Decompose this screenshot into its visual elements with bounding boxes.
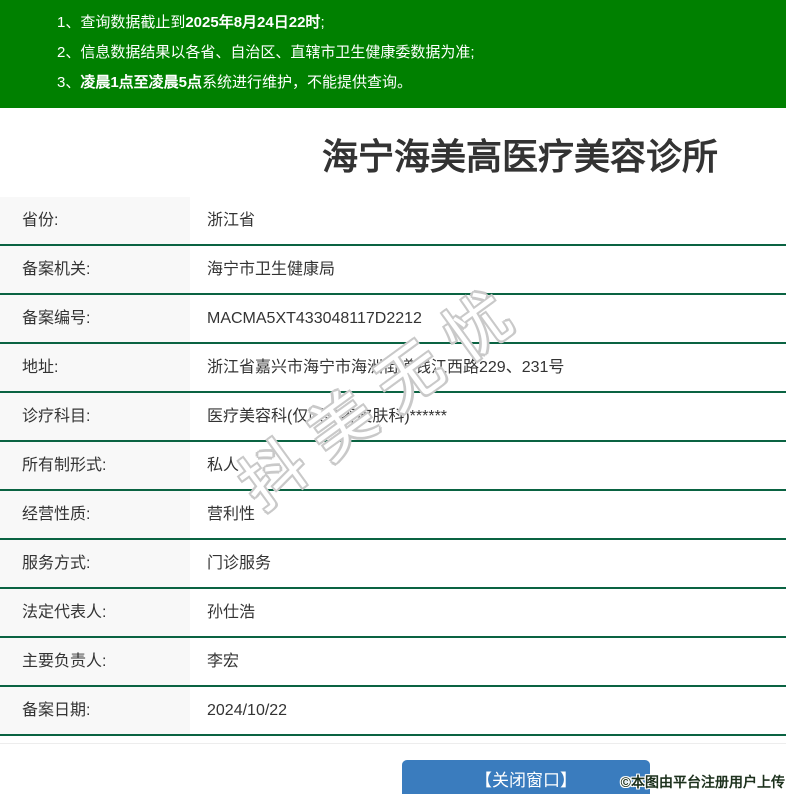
row-label: 备案日期:: [0, 687, 190, 734]
row-value: 浙江省: [190, 197, 786, 244]
table-row-filing-date: 备案日期: 2024/10/22: [0, 687, 786, 736]
notice-1-text: 1、查询数据截止到: [57, 14, 185, 31]
row-value: 医疗美容科(仅限美容皮肤科)******: [190, 393, 786, 440]
row-label: 诊疗科目:: [0, 393, 190, 440]
notice-3-bold: 凌晨1点至凌晨5点: [80, 74, 202, 91]
row-label: 主要负责人:: [0, 638, 190, 685]
notice-line-3: 3、凌晨1点至凌晨5点系统进行维护，不能提供查询。: [57, 68, 776, 98]
notice-1-bold: 2025年8月24日22时: [185, 14, 320, 31]
table-row-ownership: 所有制形式: 私人: [0, 442, 786, 491]
row-label: 服务方式:: [0, 540, 190, 587]
row-label: 备案编号:: [0, 295, 190, 342]
row-value: 营利性: [190, 491, 786, 538]
row-value: 浙江省嘉兴市海宁市海洲街道钱江西路229、231号: [190, 344, 786, 391]
notice-banner: 1、查询数据截止到2025年8月24日22时; 2、信息数据结果以各省、自治区、…: [0, 0, 786, 108]
table-row-province: 省份: 浙江省: [0, 197, 786, 246]
clinic-info-table: 省份: 浙江省 备案机关: 海宁市卫生健康局 备案编号: MACMA5XT433…: [0, 197, 786, 736]
row-value: 海宁市卫生健康局: [190, 246, 786, 293]
row-value: 孙仕浩: [190, 589, 786, 636]
row-label: 地址:: [0, 344, 190, 391]
row-label: 省份:: [0, 197, 190, 244]
table-bottom-divider: [0, 743, 786, 744]
table-row-legal-representative: 法定代表人: 孙仕浩: [0, 589, 786, 638]
notice-line-2: 2、信息数据结果以各省、自治区、直辖市卫生健康委数据为准;: [57, 38, 776, 68]
row-label: 法定代表人:: [0, 589, 190, 636]
row-value: 2024/10/22: [190, 687, 786, 734]
table-row-business-nature: 经营性质: 营利性: [0, 491, 786, 540]
row-label: 所有制形式:: [0, 442, 190, 489]
notice-2-text: 2、信息数据结果以各省、自治区、直辖市卫生健康委数据为准;: [57, 44, 475, 61]
row-label: 经营性质:: [0, 491, 190, 538]
close-window-button[interactable]: 【关闭窗口】: [402, 760, 650, 794]
notice-3-suffix: 系统进行维护，不能提供查询。: [202, 74, 412, 91]
table-row-filing-authority: 备案机关: 海宁市卫生健康局: [0, 246, 786, 295]
page-title: 海宁海美高医疗美容诊所: [0, 134, 786, 180]
row-label: 备案机关:: [0, 246, 190, 293]
notice-3-text: 3、: [57, 74, 80, 91]
table-row-filing-number: 备案编号: MACMA5XT433048117D2212: [0, 295, 786, 344]
table-row-treatment-subjects: 诊疗科目: 医疗美容科(仅限美容皮肤科)******: [0, 393, 786, 442]
table-row-address: 地址: 浙江省嘉兴市海宁市海洲街道钱江西路229、231号: [0, 344, 786, 393]
notice-1-suffix: ;: [320, 14, 324, 31]
row-value: 私人: [190, 442, 786, 489]
table-row-principal: 主要负责人: 李宏: [0, 638, 786, 687]
notice-line-1: 1、查询数据截止到2025年8月24日22时;: [57, 8, 776, 38]
row-value: MACMA5XT433048117D2212: [190, 295, 786, 342]
row-value: 李宏: [190, 638, 786, 685]
row-value: 门诊服务: [190, 540, 786, 587]
table-row-service-mode: 服务方式: 门诊服务: [0, 540, 786, 589]
